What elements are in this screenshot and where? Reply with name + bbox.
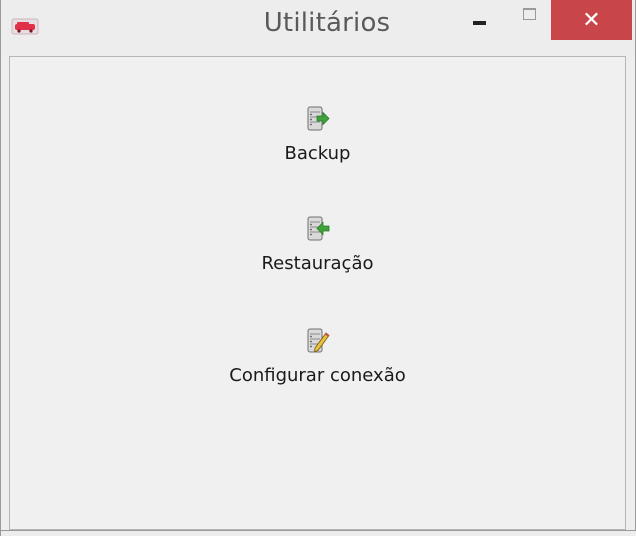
window: Utilitários ✕ Backup Restauração Configu… xyxy=(0,0,636,536)
utilities-panel: Backup Restauração Configurar conexão xyxy=(9,56,626,530)
maximize-button[interactable] xyxy=(511,0,547,40)
database-edit-icon[interactable] xyxy=(306,327,330,355)
close-icon: ✕ xyxy=(582,7,601,33)
close-button[interactable]: ✕ xyxy=(551,0,632,40)
window-bottom-border xyxy=(1,530,636,536)
maximize-icon xyxy=(522,8,536,20)
database-import-icon[interactable] xyxy=(306,215,330,243)
title-bar[interactable]: Utilitários ✕ xyxy=(1,0,635,56)
configure-connection-option[interactable]: Configurar conexão xyxy=(10,327,625,386)
backup-option[interactable]: Backup xyxy=(10,105,625,164)
restore-label: Restauração xyxy=(261,253,374,274)
minimize-icon xyxy=(472,21,486,25)
database-export-icon[interactable] xyxy=(306,105,330,133)
backup-label: Backup xyxy=(284,143,351,164)
restore-option[interactable]: Restauração xyxy=(10,215,625,274)
minimize-button[interactable] xyxy=(457,0,501,40)
configure-connection-label: Configurar conexão xyxy=(229,365,406,386)
